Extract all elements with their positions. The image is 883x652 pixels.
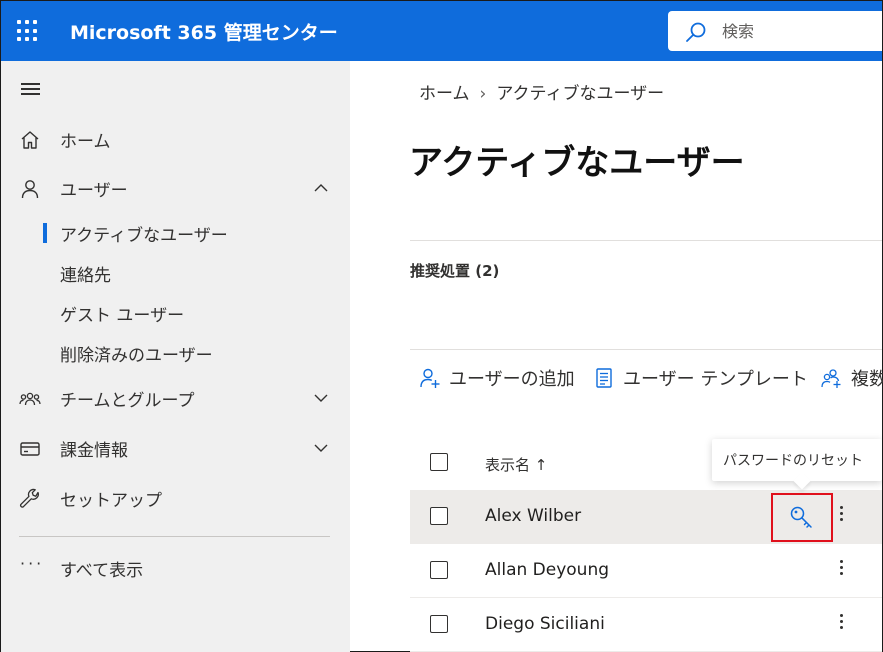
page-title: アクティブなユーザー bbox=[409, 143, 745, 183]
nav-item-teams-groups[interactable]: チームとグループ bbox=[1, 378, 350, 418]
row-checkbox[interactable] bbox=[430, 615, 448, 633]
app-launcher-icon[interactable] bbox=[17, 20, 39, 42]
search-icon bbox=[686, 22, 706, 42]
breadcrumb-home[interactable]: ホーム bbox=[419, 84, 470, 104]
app-title[interactable]: Microsoft 365 管理センター bbox=[70, 18, 338, 45]
search-box[interactable] bbox=[668, 11, 882, 51]
wrench-icon bbox=[20, 488, 39, 508]
divider bbox=[410, 240, 882, 241]
user-display-name[interactable]: Alex Wilber bbox=[485, 506, 581, 526]
reset-password-tooltip: パスワードのリセット bbox=[712, 439, 882, 490]
column-header-display-name[interactable]: 表示名 ↑ bbox=[485, 454, 547, 475]
nav-item-setup[interactable]: セットアップ bbox=[1, 478, 350, 518]
nav-item-home[interactable]: ホーム bbox=[1, 119, 350, 159]
selected-indicator bbox=[43, 223, 47, 243]
sub-item-label: 連絡先 bbox=[60, 266, 111, 286]
add-people-icon bbox=[821, 369, 841, 388]
hamburger-menu-icon[interactable] bbox=[21, 83, 40, 97]
key-icon bbox=[790, 506, 812, 528]
nav-item-users[interactable]: ユーザー bbox=[1, 168, 350, 208]
sidebar-item-guest-users[interactable]: ゲスト ユーザー bbox=[1, 294, 350, 330]
sub-item-label: 削除済みのユーザー bbox=[60, 346, 213, 366]
row-checkbox[interactable] bbox=[430, 561, 448, 579]
people-team-icon bbox=[19, 392, 41, 406]
select-all-checkbox[interactable] bbox=[430, 453, 448, 471]
more-actions-icon[interactable] bbox=[832, 557, 850, 583]
nav-item-label: セットアップ bbox=[60, 491, 162, 511]
chevron-down-icon[interactable] bbox=[312, 440, 330, 456]
nav-item-label: ホーム bbox=[60, 132, 111, 152]
search-input[interactable] bbox=[722, 19, 872, 43]
more-actions-icon[interactable] bbox=[832, 503, 850, 529]
add-multiple-users-label: 複数 bbox=[851, 369, 883, 390]
sidebar-item-contacts[interactable]: 連絡先 bbox=[1, 254, 350, 290]
reset-password-button[interactable] bbox=[771, 493, 833, 542]
nav-item-billing[interactable]: 課金情報 bbox=[1, 428, 350, 468]
more-icon: ··· bbox=[20, 554, 45, 573]
user-display-name[interactable]: Allan Deyoung bbox=[485, 560, 609, 580]
top-bar: Microsoft 365 管理センター bbox=[1, 1, 882, 61]
nav-item-label: すべて表示 bbox=[60, 561, 144, 581]
add-person-icon bbox=[420, 368, 440, 388]
chevron-down-icon[interactable] bbox=[312, 390, 330, 406]
credit-card-icon bbox=[20, 442, 40, 456]
row-checkbox[interactable] bbox=[430, 507, 448, 525]
nav-divider bbox=[19, 536, 330, 537]
table-row[interactable]: Allan Deyoung bbox=[410, 544, 882, 598]
nav-item-label: ユーザー bbox=[60, 181, 128, 201]
recommendations-header[interactable]: 推奨処置 (2) bbox=[410, 260, 499, 281]
home-icon bbox=[21, 131, 39, 149]
person-icon bbox=[21, 180, 39, 199]
tooltip-text: パスワードのリセット bbox=[723, 453, 863, 469]
sub-item-label: ゲスト ユーザー bbox=[60, 306, 185, 326]
more-actions-icon[interactable] bbox=[832, 611, 850, 637]
table-row[interactable]: Diego Siciliani bbox=[410, 598, 882, 652]
sub-item-label: アクティブなユーザー bbox=[60, 226, 228, 246]
add-user-label: ユーザーの追加 bbox=[449, 369, 575, 390]
sidebar-item-deleted-users[interactable]: 削除済みのユーザー bbox=[1, 334, 350, 370]
breadcrumb-current: アクティブなユーザー bbox=[496, 84, 665, 104]
left-nav: ホーム ユーザー アクティブなユーザー 連絡先 ゲスト ユーザー 削除済みのユー… bbox=[1, 61, 350, 652]
chevron-right-icon: › bbox=[479, 84, 487, 104]
user-templates-label: ユーザー テンプレート bbox=[623, 369, 808, 390]
user-display-name[interactable]: Diego Siciliani bbox=[485, 614, 605, 634]
breadcrumb: ホーム › アクティブなユーザー bbox=[419, 79, 664, 104]
divider bbox=[410, 349, 882, 350]
nav-item-label: チームとグループ bbox=[60, 391, 195, 411]
nav-item-label: 課金情報 bbox=[60, 441, 128, 461]
nav-item-show-all[interactable]: ··· すべて表示 bbox=[1, 548, 350, 588]
sidebar-item-active-users[interactable]: アクティブなユーザー bbox=[1, 214, 350, 250]
document-list-icon bbox=[596, 368, 612, 388]
chevron-up-icon[interactable] bbox=[312, 180, 330, 196]
